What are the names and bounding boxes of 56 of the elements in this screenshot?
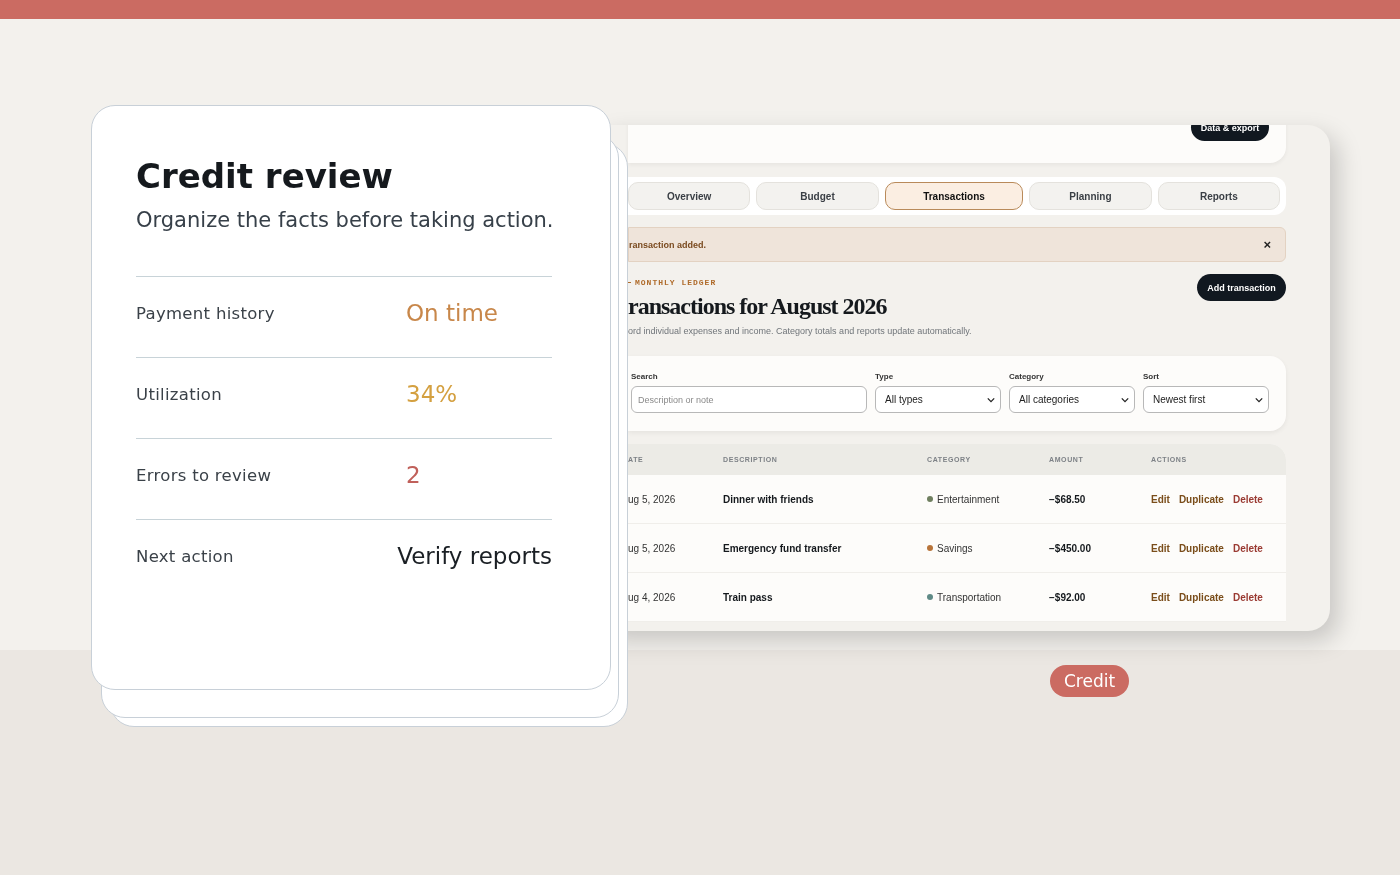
chevron-down-icon bbox=[987, 396, 995, 403]
filter-label: Sort bbox=[1143, 372, 1160, 381]
filter-label: Category bbox=[1009, 372, 1045, 381]
select-field[interactable]: All types bbox=[875, 386, 1001, 413]
description-cell-text: Dinner with friends bbox=[723, 493, 815, 505]
close-button[interactable]: × bbox=[1263, 237, 1271, 252]
action-link[interactable]: Edit bbox=[1151, 542, 1170, 554]
action-link[interactable]: Edit bbox=[1151, 493, 1170, 505]
page-subheading: ord individual expenses and income. Category totals and reports update automatically. bbox=[628, 326, 972, 336]
fact-value: 2 bbox=[406, 462, 421, 488]
alert-message: ransaction added. bbox=[629, 239, 707, 250]
description-cell-text: Emergency fund transfer bbox=[723, 542, 843, 554]
action-link[interactable]: Duplicate bbox=[1178, 591, 1224, 603]
amount-cell-text: −$450.00 bbox=[1049, 542, 1092, 554]
chevron-down-icon bbox=[1255, 396, 1263, 403]
date-cell-text: ug 5, 2026 bbox=[628, 493, 677, 505]
add-transaction-button[interactable]: Add transaction bbox=[1197, 274, 1286, 301]
data-export-button[interactable]: Data & export bbox=[1191, 125, 1269, 141]
credit-tag: Credit bbox=[1050, 665, 1130, 697]
action-link[interactable]: Delete bbox=[1232, 591, 1263, 603]
description-cell-text: Train pass bbox=[723, 591, 774, 603]
amount-cell-text: −$68.50 bbox=[1049, 493, 1087, 505]
date-cell-text: ug 5, 2026 bbox=[628, 542, 677, 554]
date-cell-text: ug 4, 2026 bbox=[628, 591, 677, 603]
category-label: Transportation bbox=[937, 591, 1002, 603]
action-link[interactable]: Duplicate bbox=[1178, 493, 1224, 505]
category-label: Entertainment bbox=[937, 493, 1000, 505]
fact-value: On time bbox=[406, 300, 498, 326]
action-link[interactable]: Duplicate bbox=[1178, 542, 1224, 554]
fact-label: Next action bbox=[136, 546, 235, 566]
select-field[interactable]: All categories bbox=[1009, 386, 1135, 413]
action-link[interactable]: Edit bbox=[1151, 591, 1170, 603]
search-field[interactable]: Description or note bbox=[631, 386, 867, 413]
eyebrow-label: MONTHLY LEDGER bbox=[635, 278, 717, 287]
tab[interactable]: Planning bbox=[1029, 182, 1152, 210]
select-field[interactable]: Newest first bbox=[1143, 386, 1269, 413]
chevron-down-icon bbox=[1121, 396, 1129, 403]
fact-label: Payment history bbox=[136, 303, 276, 323]
tab[interactable]: Budget bbox=[756, 182, 879, 210]
page-heading: ransactions for August 2026 bbox=[628, 293, 888, 320]
tab[interactable]: Transactions bbox=[884, 182, 1024, 210]
filter-label: Search bbox=[631, 372, 659, 381]
card-title: Credit review bbox=[136, 156, 394, 196]
tab[interactable]: Overview bbox=[628, 182, 751, 210]
fact-label: Errors to review bbox=[136, 465, 273, 485]
action-link[interactable]: Delete bbox=[1232, 493, 1263, 505]
amount-cell-text: −$92.00 bbox=[1049, 591, 1087, 603]
card-subtitle: Organize the facts before taking action. bbox=[136, 208, 555, 232]
fact-label: Utilization bbox=[136, 384, 223, 404]
action-link[interactable]: Delete bbox=[1232, 542, 1263, 554]
tab[interactable]: Reports bbox=[1157, 182, 1280, 210]
filter-label: Type bbox=[875, 372, 895, 381]
fact-value: Verify reports bbox=[397, 543, 552, 569]
fact-value: 34% bbox=[406, 381, 458, 407]
dash-icon bbox=[628, 282, 631, 283]
category-label: Savings bbox=[937, 542, 973, 554]
